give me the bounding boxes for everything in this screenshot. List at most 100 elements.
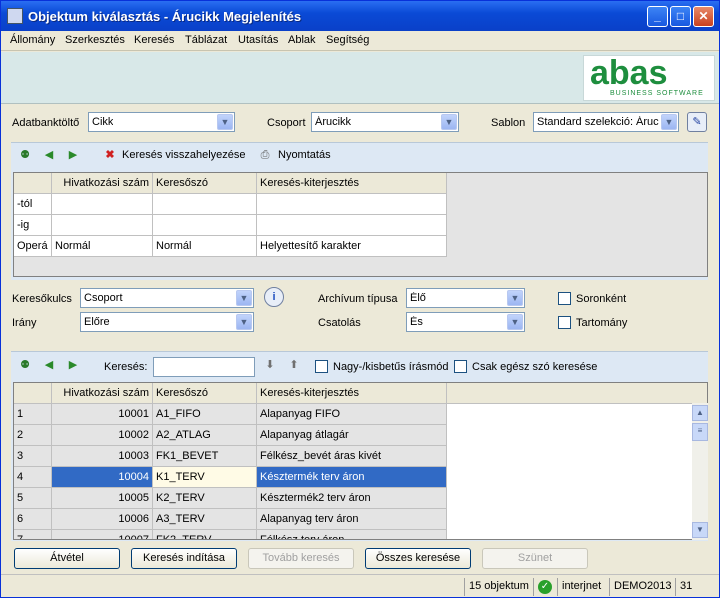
case-sensitive-checkbox[interactable]	[315, 360, 328, 373]
search-all-button[interactable]: Összes keresése	[365, 548, 471, 569]
reference-number-cell[interactable]: 10007	[52, 530, 153, 539]
chevron-down-icon[interactable]: ▼	[236, 314, 252, 330]
link-select[interactable]: És ▼	[406, 312, 525, 332]
row-number-cell[interactable]: 4	[14, 467, 52, 488]
arrow-right-icon[interactable]: ▶	[66, 358, 80, 372]
menu-window[interactable]: Ablak	[288, 34, 316, 46]
keyword-cell[interactable]: FK2_TERV	[153, 530, 257, 539]
extension-cell[interactable]: Félkész terv áron	[257, 530, 447, 539]
extension-cell[interactable]: Félkész_bevét áras kivét	[257, 446, 447, 467]
row-label: Operá	[14, 236, 52, 257]
keyword-cell[interactable]: A1_FIFO	[153, 404, 257, 425]
criteria-cell[interactable]	[153, 215, 257, 236]
find-input[interactable]	[153, 357, 255, 377]
criteria-cell[interactable]	[52, 215, 153, 236]
reference-number-cell[interactable]: 10002	[52, 425, 153, 446]
reference-number-cell[interactable]: 10001	[52, 404, 153, 425]
scroll-thumb[interactable]: ≡	[692, 423, 708, 441]
row-number-cell[interactable]: 3	[14, 446, 52, 467]
row-number-cell[interactable]: 2	[14, 425, 52, 446]
extension-cell[interactable]: Alapanyag FIFO	[257, 404, 447, 425]
chevron-down-icon[interactable]: ▼	[661, 114, 677, 130]
criteria-cell[interactable]	[257, 215, 447, 236]
extension-cell[interactable]: Késztermék2 terv áron	[257, 488, 447, 509]
column-header[interactable]: Keresőszó	[153, 383, 257, 404]
keyword-cell[interactable]: FK1_BEVET	[153, 446, 257, 467]
header-banner: abas BUSINESS SOFTWARE	[1, 52, 719, 104]
start-search-button[interactable]: Keresés indítása	[131, 548, 237, 569]
chevron-down-icon[interactable]: ▼	[507, 314, 523, 330]
extension-cell[interactable]: Alapanyag terv áron	[257, 509, 447, 530]
results-scrollbar[interactable]: ▲ ≡ ▼	[692, 403, 708, 540]
keyword-cell[interactable]: K2_TERV	[153, 488, 257, 509]
arrow-right-icon[interactable]: ▶	[66, 148, 80, 162]
row-number-cell[interactable]: 5	[14, 488, 52, 509]
keyword-cell[interactable]: K1_TERV	[153, 467, 257, 488]
column-header[interactable]: Keresőszó	[153, 173, 257, 194]
scroll-up-icon[interactable]: ▲	[692, 405, 708, 421]
menu-file[interactable]: Állomány	[10, 34, 55, 46]
whole-word-label: Csak egész szó keresése	[472, 361, 598, 373]
person-icon[interactable]: ⚉	[18, 358, 32, 372]
archive-type-select[interactable]: Élő ▼	[406, 288, 525, 308]
criteria-cell[interactable]	[52, 194, 153, 215]
maximize-button[interactable]: □	[670, 6, 691, 27]
arrow-down-icon[interactable]: ⬇	[263, 358, 277, 372]
scroll-down-icon[interactable]: ▼	[692, 522, 708, 538]
criteria-cell[interactable]: Helyettesítő karakter	[257, 236, 447, 257]
menu-command[interactable]: Utasítás	[238, 34, 278, 46]
title-bar[interactable]: Objektum kiválasztás - Árucikk Megjelení…	[1, 1, 719, 31]
template-select[interactable]: Standard szelekció: Áruci ▼	[533, 112, 679, 132]
menu-edit[interactable]: Szerkesztés	[65, 34, 125, 46]
column-header[interactable]: Hivatkozási szám	[52, 383, 153, 404]
arrow-up-icon[interactable]: ⬆	[287, 358, 301, 372]
criteria-cell[interactable]	[257, 194, 447, 215]
abas-logo: abas BUSINESS SOFTWARE	[583, 54, 715, 101]
extension-cell[interactable]: Késztermék terv áron	[257, 467, 447, 488]
database-select[interactable]: Cikk ▼	[88, 112, 235, 132]
reference-number-cell[interactable]: 10006	[52, 509, 153, 530]
chevron-down-icon[interactable]: ▼	[236, 290, 252, 306]
reference-number-cell[interactable]: 10004	[52, 467, 153, 488]
chevron-down-icon[interactable]: ▼	[507, 290, 523, 306]
template-edit-icon[interactable]: ✎	[687, 112, 707, 132]
arrow-left-icon[interactable]: ◀	[42, 148, 56, 162]
printer-icon[interactable]: ⎙	[258, 148, 272, 162]
reference-number-cell[interactable]: 10003	[52, 446, 153, 467]
row-number-cell[interactable]: 6	[14, 509, 52, 530]
column-header[interactable]: Keresés-kiterjesztés	[257, 173, 447, 194]
criteria-cell[interactable]	[153, 194, 257, 215]
pause-button[interactable]: Szünet	[482, 548, 588, 569]
reference-number-cell[interactable]: 10005	[52, 488, 153, 509]
minimize-button[interactable]: _	[647, 6, 668, 27]
extension-cell[interactable]: Alapanyag átlagár	[257, 425, 447, 446]
keyword-cell[interactable]: A2_ATLAG	[153, 425, 257, 446]
chevron-down-icon[interactable]: ▼	[217, 114, 233, 130]
menu-search[interactable]: Keresés	[134, 34, 174, 46]
criteria-cell[interactable]: Normál	[52, 236, 153, 257]
search-key-select[interactable]: Csoport ▼	[80, 288, 254, 308]
menu-help[interactable]: Segítség	[326, 34, 369, 46]
arrow-left-icon[interactable]: ◀	[42, 358, 56, 372]
close-button[interactable]: ✕	[693, 6, 714, 27]
range-checkbox[interactable]	[558, 316, 571, 329]
continue-search-button[interactable]: Tovább keresés	[248, 548, 354, 569]
criteria-cell[interactable]: Normál	[153, 236, 257, 257]
whole-word-checkbox[interactable]	[454, 360, 467, 373]
accept-button[interactable]: Átvétel	[14, 548, 120, 569]
print-button[interactable]: Nyomtatás	[278, 149, 331, 161]
chevron-down-icon[interactable]: ▼	[441, 114, 457, 130]
column-header[interactable]: Keresés-kiterjesztés	[257, 383, 447, 404]
person-icon[interactable]: ⚉	[18, 148, 32, 162]
menu-table[interactable]: Táblázat	[185, 34, 227, 46]
reset-search-button[interactable]: Keresés visszahelyezése	[122, 149, 246, 161]
reset-search-icon[interactable]: ✖	[103, 148, 117, 162]
direction-select[interactable]: Előre ▼	[80, 312, 254, 332]
row-number-cell[interactable]: 1	[14, 404, 52, 425]
by-row-checkbox[interactable]	[558, 292, 571, 305]
info-icon[interactable]: i	[264, 287, 284, 307]
row-number-cell[interactable]: 7	[14, 530, 52, 539]
keyword-cell[interactable]: A3_TERV	[153, 509, 257, 530]
column-header[interactable]: Hivatkozási szám	[52, 173, 153, 194]
group-select[interactable]: Árucikk ▼	[311, 112, 459, 132]
